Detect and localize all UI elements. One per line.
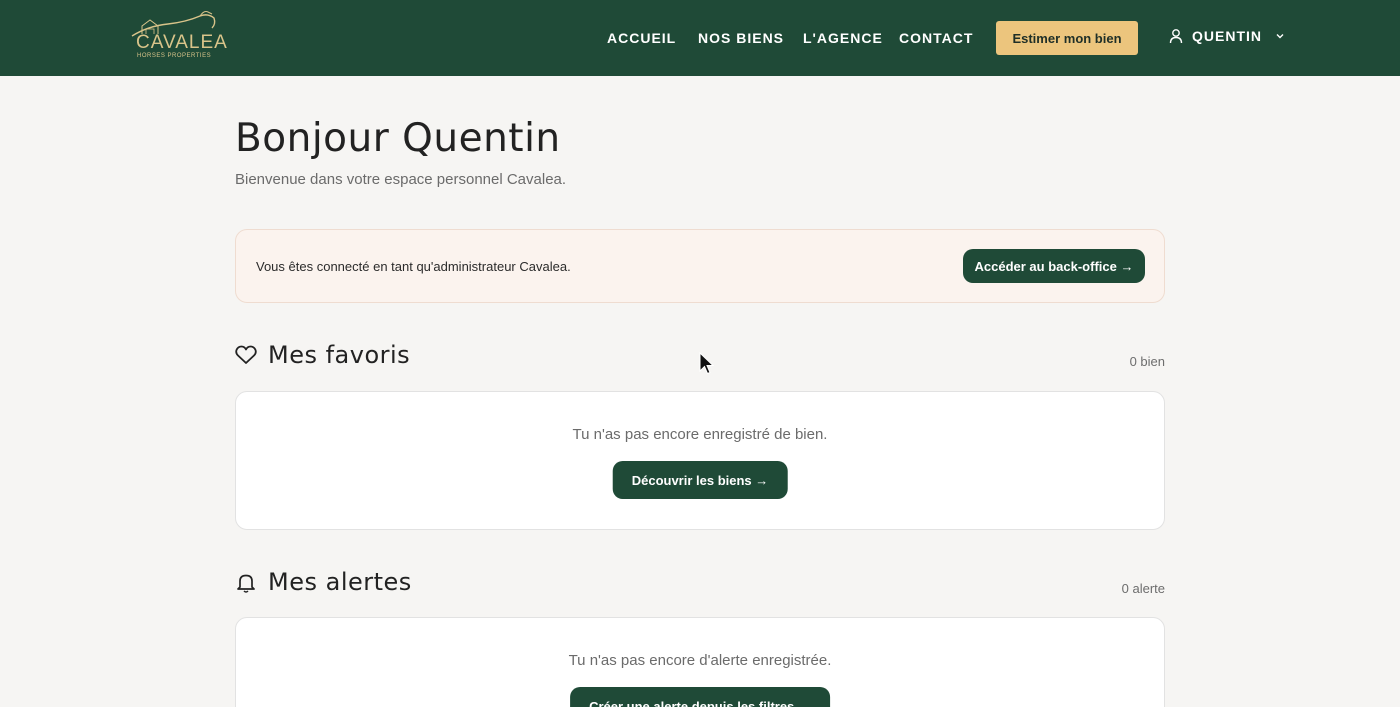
alerts-empty-message: Tu n'as pas encore d'alerte enregistrée. (568, 652, 832, 669)
nav-link-contact[interactable]: CONTACT (899, 30, 973, 46)
estimate-property-button[interactable]: Estimer mon bien (996, 21, 1138, 55)
page-title: Bonjour Quentin (235, 116, 561, 161)
admin-notice-text: Vous êtes connecté en tant qu'administra… (256, 259, 571, 274)
alerts-header: Mes alertes (235, 567, 412, 597)
page-subtitle: Bienvenue dans votre espace personnel Ca… (235, 171, 567, 188)
favorites-card: Tu n'as pas encore enregistré de bien. D… (235, 391, 1165, 530)
user-menu[interactable]: QUENTIN (1168, 26, 1286, 46)
user-name: QUENTIN (1192, 28, 1262, 44)
discover-properties-button[interactable]: Découvrir les biens → (612, 461, 788, 499)
nav-link-accueil[interactable]: ACCUEIL (607, 30, 676, 46)
favorites-title: Mes favoris (268, 341, 411, 369)
favorites-count: 0 bien (1129, 354, 1165, 369)
mouse-cursor-icon (699, 352, 715, 375)
heart-icon (235, 345, 257, 364)
logo-wordmark: CAVALEA (136, 32, 228, 53)
user-icon (1169, 29, 1183, 44)
nav-link-nos-biens[interactable]: NOS BIENS (698, 30, 784, 46)
top-navigation-bar: CAVALEA HORSES PROPERTIES ACCUEIL NOS BI… (0, 0, 1400, 76)
cavalea-logo[interactable]: CAVALEA HORSES PROPERTIES (128, 10, 227, 64)
favorites-header: Mes favoris (235, 340, 410, 370)
back-office-button[interactable]: Accéder au back-office → (963, 249, 1145, 283)
alerts-card: Tu n'as pas encore d'alerte enregistrée.… (235, 617, 1165, 707)
alerts-title: Mes alertes (268, 568, 412, 596)
chevron-down-icon (1276, 34, 1284, 39)
nav-link-agence[interactable]: L'AGENCE (803, 30, 883, 46)
bell-icon (237, 574, 255, 593)
favorites-empty-message: Tu n'as pas encore enregistré de bien. (572, 426, 828, 443)
alerts-count: 0 alerte (1121, 581, 1165, 596)
admin-notice: Vous êtes connecté en tant qu'administra… (235, 229, 1165, 303)
logo-tagline: HORSES PROPERTIES (137, 53, 212, 59)
create-alert-button[interactable]: Créer une alerte depuis les filtres → (570, 687, 830, 707)
